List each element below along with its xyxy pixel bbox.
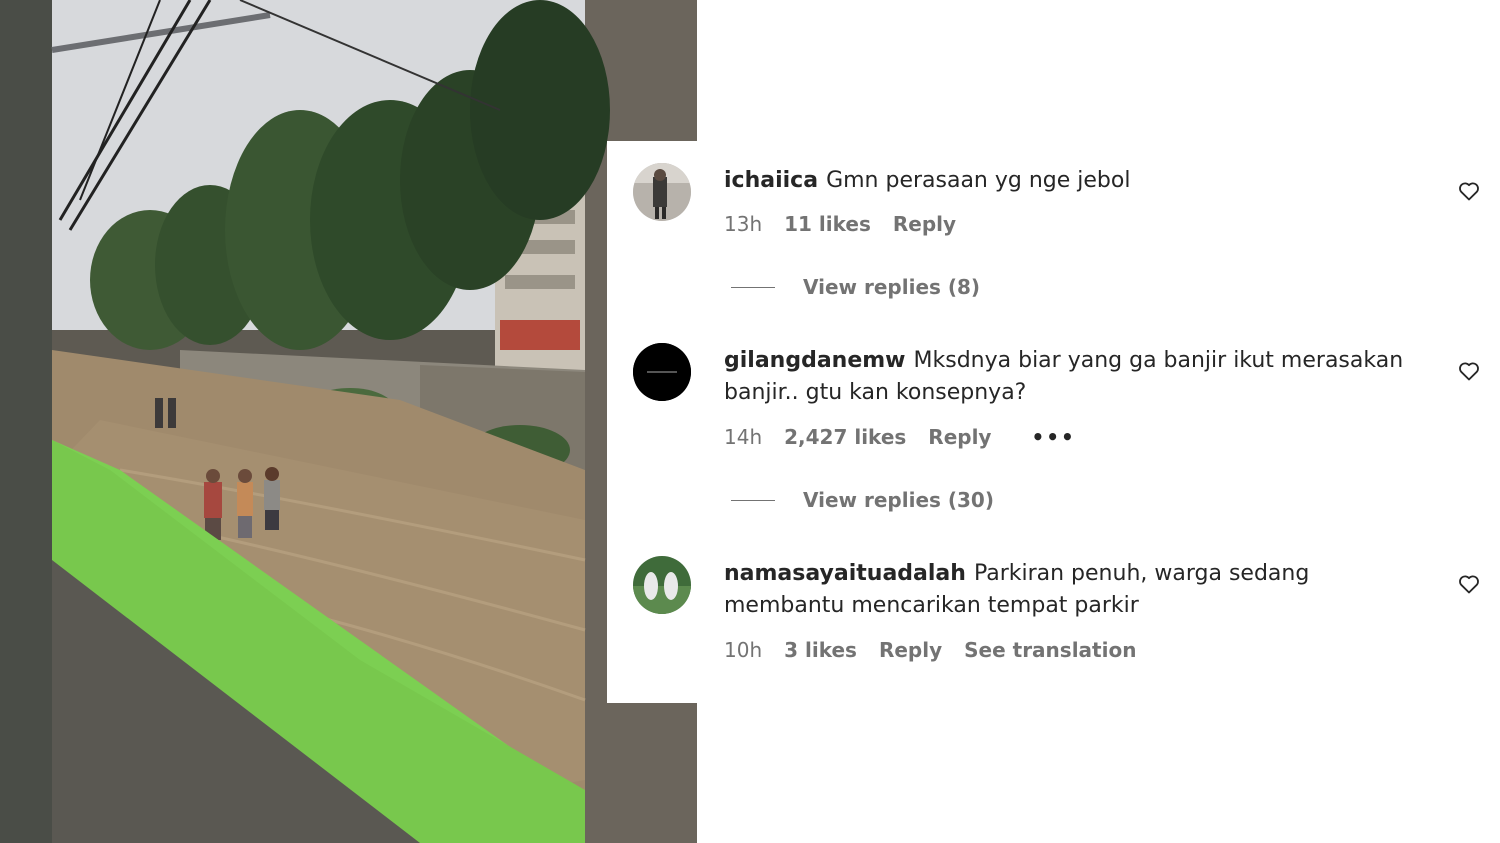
- view-replies-button[interactable]: View replies (8): [731, 273, 980, 301]
- view-replies-label: View replies (30): [803, 488, 994, 512]
- comment-body: namasayaituadalah Parkiran penuh, warga s…: [724, 558, 1434, 622]
- view-replies-label: View replies (8): [803, 275, 981, 299]
- flood-video-image: [0, 0, 697, 843]
- comment-time: 10h: [724, 638, 763, 662]
- reply-button[interactable]: Reply: [893, 212, 956, 236]
- heart-icon[interactable]: [1457, 359, 1481, 383]
- comment-body: gilangdanemw Mksdnya biar yang ga banjir …: [724, 345, 1434, 409]
- view-replies-divider: [731, 499, 775, 501]
- comment-likes[interactable]: 11 likes: [784, 212, 871, 236]
- comment-meta: 13h 11 likes Reply: [724, 210, 978, 238]
- avatar[interactable]: [633, 343, 691, 401]
- avatar-image: [633, 163, 691, 221]
- comment-body: ichaiica Gmn perasaan yg nge jebol: [724, 165, 1434, 197]
- reply-button[interactable]: Reply: [928, 425, 991, 449]
- comment-item: gilangdanemw Mksdnya biar yang ga banjir …: [607, 321, 1500, 531]
- comment-username[interactable]: gilangdanemw: [724, 348, 906, 373]
- comment-meta: 14h 2,427 likes Reply •••: [724, 423, 1098, 451]
- comment-item: namasayaituadalah Parkiran penuh, warga s…: [607, 534, 1500, 703]
- avatar[interactable]: [633, 556, 691, 614]
- comment-likes[interactable]: 3 likes: [784, 638, 857, 662]
- comment-username[interactable]: namasayaituadalah: [724, 561, 966, 586]
- reply-button[interactable]: Reply: [879, 638, 942, 662]
- more-options-icon[interactable]: •••: [1031, 425, 1075, 449]
- view-replies-button[interactable]: View replies (30): [731, 486, 994, 514]
- comment-time: 13h: [724, 212, 763, 236]
- comment-likes[interactable]: 2,427 likes: [784, 425, 906, 449]
- comment-text: Gmn perasaan yg nge jebol: [826, 168, 1131, 193]
- avatar[interactable]: [633, 163, 691, 221]
- heart-icon[interactable]: [1457, 179, 1481, 203]
- see-translation-button[interactable]: See translation: [964, 638, 1136, 662]
- view-replies-divider: [731, 286, 775, 288]
- comment-item: ichaiica Gmn perasaan yg nge jebol 13h 11…: [607, 141, 1500, 321]
- comment-username[interactable]: ichaiica: [724, 168, 818, 193]
- video-frame: [0, 0, 697, 843]
- heart-icon[interactable]: [1457, 572, 1481, 596]
- comment-time: 14h: [724, 425, 763, 449]
- comments-panel: ichaiica Gmn perasaan yg nge jebol 13h 11…: [607, 141, 1500, 703]
- avatar-image: [633, 556, 691, 614]
- avatar-image: [633, 343, 691, 401]
- comment-meta: 10h 3 likes Reply See translation: [724, 636, 1158, 664]
